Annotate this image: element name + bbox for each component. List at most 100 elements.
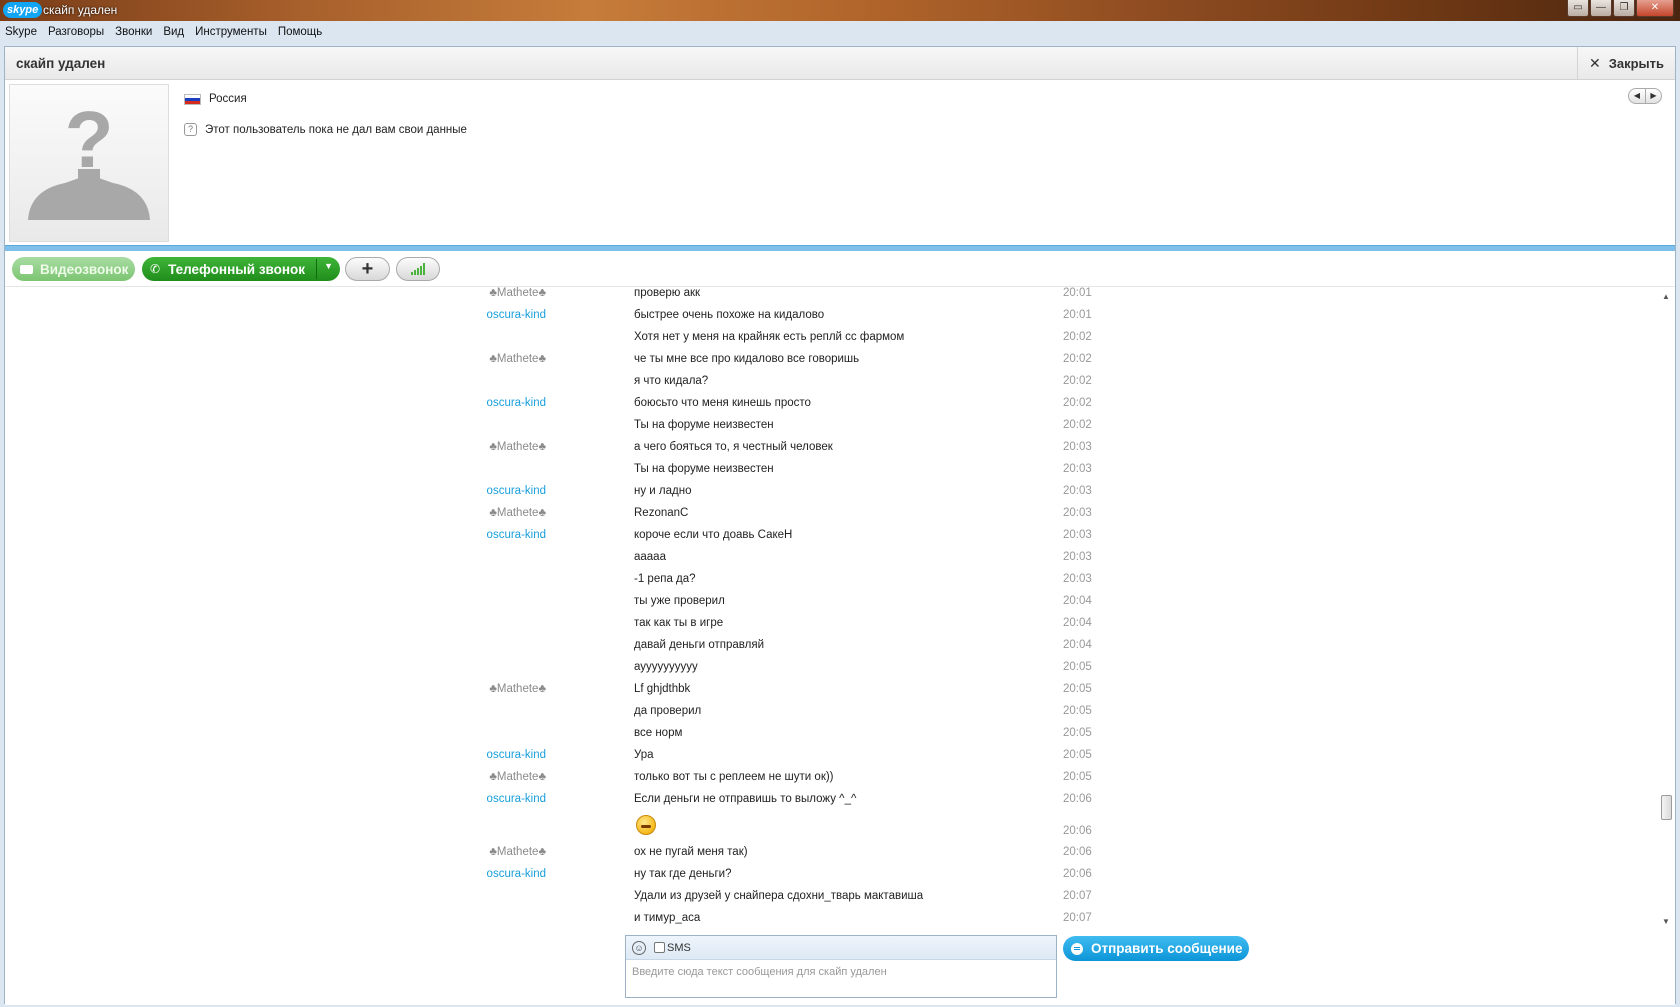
menu-calls[interactable]: Звонки [115,26,152,38]
minimize-button[interactable]: — [1590,0,1612,17]
call-quality-button[interactable] [396,257,440,281]
arrow-left-icon[interactable]: ◀ [1629,89,1645,103]
message-text: ох не пугай меня так) [634,846,748,858]
message-text: боюсьто что меня кинешь просто [634,397,811,409]
message-author[interactable]: ♣Mathete♣ [489,846,546,858]
menu-tools[interactable]: Инструменты [195,26,267,38]
message-row: ♣Mathete♣ ох не пугай меня так) 20:06 [5,846,1605,868]
message-time: 20:04 [1063,639,1092,651]
sms-label: SMS [667,941,691,954]
message-row: давай деньги отправляй 20:04 [5,639,1605,661]
message-row: oscura-kind быстрее очень похоже на кидал… [5,309,1605,331]
message-row: Ты на форуме неизвестен 20:02 [5,419,1605,441]
menu-help[interactable]: Помощь [278,26,322,38]
message-author[interactable]: oscura-kind [487,397,546,409]
message-author[interactable]: oscura-kind [487,309,546,321]
message-text: Если деньги не отправишь то выложу ^_^ [634,793,857,805]
message-text: Хотя нет у меня на крайняк есть реплй сс… [634,331,905,343]
emoticon-icon[interactable]: ☺ [632,940,646,955]
sms-checkbox[interactable] [654,942,665,953]
message-author[interactable]: oscura-kind [487,749,546,761]
scrollbar[interactable]: ▲ ▼ [1658,287,1675,929]
message-text: Удали из друзей у снайпера сдохни_тварь … [634,890,924,902]
chevron-down-icon[interactable]: ▼ [324,261,333,271]
message-row: oscura-kind ну так где деньги? 20:06 [5,868,1605,890]
message-text: я что кидала? [634,375,709,387]
message-row: Ты на форуме неизвестен 20:03 [5,463,1605,485]
restore-button[interactable]: ❐ [1613,0,1635,17]
message-row: да проверил 20:05 [5,705,1605,727]
message-text: давай деньги отправляй [634,639,764,651]
message-row: 20:06 [5,815,1605,846]
message-text: ты уже проверил [634,595,725,607]
menu-conversations[interactable]: Разговоры [48,26,104,38]
compact-view-button[interactable]: ▭ [1567,0,1589,17]
window-close-button[interactable]: ✕ [1636,0,1674,17]
laugh-emoticon-icon [636,815,656,835]
skype-logo: skype [3,2,43,18]
send-label: Отправить сообщение [1091,941,1243,956]
message-author[interactable]: oscura-kind [487,793,546,805]
message-time: 20:02 [1063,419,1092,431]
arrow-right-icon[interactable]: ▶ [1645,89,1661,103]
message-author[interactable]: ♣Mathete♣ [489,683,546,695]
message-text: проверю акк [634,287,701,299]
message-row: все норм 20:05 [5,727,1605,749]
scroll-down-icon[interactable]: ▼ [1662,917,1670,926]
message-time: 20:04 [1063,617,1092,629]
message-time: 20:06 [1063,793,1092,805]
message-input[interactable]: Введите сюда текст сообщения для скайп у… [626,960,1056,984]
message-row: ♣Mathete♣ че ты мне все про кидалово все … [5,353,1605,375]
message-row: ♣Mathete♣ а чего бояться то, я честный че… [5,441,1605,463]
close-conversation-button[interactable]: ✕ Закрыть [1577,47,1675,80]
phone-call-button[interactable]: ✆ Телефонный звонок ▼ [142,257,340,281]
message-author[interactable]: oscura-kind [487,529,546,541]
chat-bubble-icon [1071,942,1083,955]
message-author[interactable]: oscura-kind [487,868,546,880]
message-text: и тимур_аса [634,912,701,924]
message-time: 20:06 [1063,868,1092,880]
video-call-button[interactable]: Видеозвонок [12,257,135,281]
message-author[interactable]: ♣Mathete♣ [489,771,546,783]
message-time: 20:05 [1063,771,1092,783]
close-icon: ✕ [1588,55,1601,71]
message-time: 20:01 [1063,309,1092,321]
message-author[interactable]: oscura-kind [487,485,546,497]
message-author[interactable]: ♣Mathete♣ [489,353,546,365]
add-people-button[interactable]: + [345,257,390,281]
chat-history[interactable]: ▲ ▼ ♣Mathete♣ проверю акк 20:01 oscura-kind… [5,287,1675,929]
send-message-button[interactable]: Отправить сообщение [1063,936,1249,961]
message-row: oscura-kind Ура 20:05 [5,749,1605,771]
message-time: 20:02 [1063,331,1092,343]
message-time: 20:05 [1063,749,1092,761]
scroll-up-icon[interactable]: ▲ [1662,292,1670,301]
message-row: oscura-kind боюсьто что меня кинешь прост… [5,397,1605,419]
message-row: ♣Mathete♣ проверю акк 20:01 [5,287,1605,309]
message-time: 20:05 [1063,683,1092,695]
message-row: -1 репа да? 20:03 [5,573,1605,595]
scrollbar-thumb[interactable] [1661,795,1672,820]
message-row: ♣Mathete♣ RezonanC 20:03 [5,507,1605,529]
window-title: скайп удален [43,3,118,17]
menu-skype[interactable]: Skype [5,26,37,38]
country-row: Россия [184,93,247,105]
message-text: ну так где деньги? [634,868,732,880]
message-text: ну и ладно [634,485,692,497]
window-controls: ▭ — ❐ ✕ [1566,0,1674,17]
message-row: ♣Mathete♣ только вот ты с реплеем не шути… [5,771,1605,793]
composer-toolbar: ☺ SMS [626,936,1056,960]
menu-view[interactable]: Вид [163,26,184,38]
conversation-header: скайп удален ✕ Закрыть [5,47,1675,80]
message-author[interactable]: ♣Mathete♣ [489,507,546,519]
message-text: ауууууууууу [634,661,698,673]
message-text: -1 репа да? [634,573,696,585]
message-time: 20:03 [1063,463,1092,475]
info-note-row: ? Этот пользователь пока не дал вам свои… [184,123,467,136]
close-label: Закрыть [1608,56,1665,71]
message-time: 20:03 [1063,485,1092,497]
message-time: 20:02 [1063,353,1092,365]
message-row: oscura-kind ну и ладно 20:03 [5,485,1605,507]
message-time: 20:05 [1063,727,1092,739]
message-author[interactable]: ♣Mathete♣ [489,441,546,453]
message-author[interactable]: ♣Mathete♣ [489,287,546,299]
